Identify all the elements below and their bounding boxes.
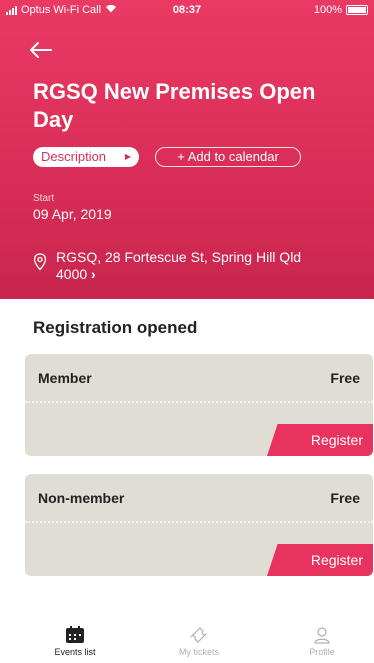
profile-icon [314,627,330,644]
ticket-price: Free [330,370,360,386]
add-to-calendar-button[interactable]: + Add to calendar [155,147,301,167]
start-date: 09 Apr, 2019 [33,206,112,222]
event-header: Optus Wi-Fi Call 08:37 100% RGSQ New Pre… [0,0,374,299]
register-button-non-member[interactable]: Register [267,544,373,576]
event-address-link[interactable]: RGSQ, 28 Fortescue St, Spring Hill Qld 4… [56,249,326,283]
ticket-icon [190,627,207,643]
ticket-card-member: Member Free Register [25,354,373,456]
battery-percent: 100% [313,4,342,16]
tab-my-tickets[interactable]: My tickets [154,626,244,657]
status-bar: Optus Wi-Fi Call 08:37 100% [0,0,374,20]
description-button[interactable]: Description ▶ [33,147,139,167]
tab-label: Profile [309,647,335,657]
registration-title: Registration opened [33,318,198,337]
ticket-name: Member [38,370,92,386]
location-pin-icon [33,253,47,271]
tab-events-list[interactable]: Events list [30,626,120,657]
start-label: Start [33,193,55,204]
register-button-member[interactable]: Register [267,424,373,456]
ticket-divider [25,401,373,403]
battery-icon [346,5,368,15]
chevron-right-icon: › [91,266,96,282]
event-title: RGSQ New Premises Open Day [33,79,316,132]
tab-profile[interactable]: Profile [277,626,367,657]
ticket-name: Non-member [38,490,125,506]
back-arrow-icon[interactable] [30,42,52,58]
tab-label: My tickets [178,647,219,657]
tab-bar: Events list My tickets Profile [0,620,374,663]
caret-right-icon: ▶ [124,152,131,161]
ticket-price: Free [330,490,360,506]
ticket-card-non-member: Non-member Free Register [25,474,373,576]
ticket-divider [25,521,373,523]
description-label: Description [41,149,107,164]
calendar-icon [66,626,84,643]
tab-label: Events list [54,647,96,657]
